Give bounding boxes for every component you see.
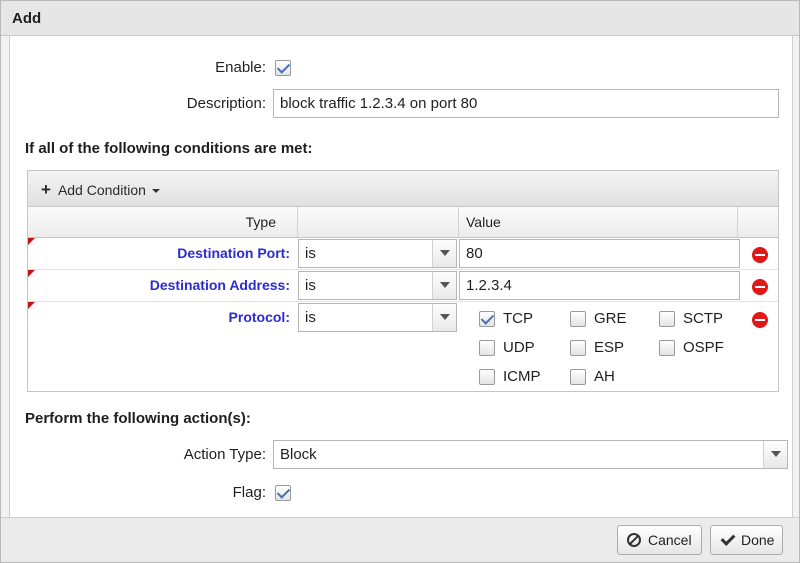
cancel-icon	[627, 533, 641, 547]
dialog-title: Add	[1, 1, 799, 36]
add-condition-label: Add Condition	[57, 182, 146, 198]
add-condition-button[interactable]: + Add Condition	[41, 180, 160, 200]
condition-row: Destination Port: is 80	[28, 238, 778, 270]
condition-operator-select[interactable]: is	[298, 239, 457, 268]
condition-type-label: Destination Port:	[177, 245, 290, 261]
done-button[interactable]: Done	[710, 525, 783, 555]
done-button-label: Done	[741, 532, 775, 548]
chevron-down-icon[interactable]	[432, 304, 456, 331]
remove-condition-icon[interactable]	[752, 247, 768, 263]
chevron-down-icon[interactable]	[763, 441, 787, 468]
enable-label: Enable:	[215, 59, 266, 76]
column-header-type[interactable]: Type	[28, 207, 298, 238]
protocol-label-gre: GRE	[594, 310, 627, 327]
protocol-checkbox-esp[interactable]	[570, 340, 586, 356]
condition-row: Destination Address: is 1.2.3.4	[28, 270, 778, 302]
remove-condition-icon[interactable]	[752, 279, 768, 295]
condition-operator-select[interactable]: is	[298, 271, 457, 300]
condition-operator-value: is	[305, 245, 316, 262]
dialog-body: Enable: Description: block traffic 1.2.3…	[9, 36, 793, 517]
protocol-checkbox-sctp[interactable]	[659, 311, 675, 327]
chevron-down-icon[interactable]	[432, 240, 456, 267]
protocol-checkbox-tcp[interactable]	[479, 311, 495, 327]
action-type-select[interactable]: Block	[273, 440, 788, 469]
dialog-footer: Cancel Done	[1, 517, 799, 562]
conditions-header: Type Value	[28, 207, 778, 238]
cancel-button-label: Cancel	[648, 532, 692, 548]
condition-row: Protocol: is TCP GRE SCTP UDP ESP OSPF I…	[28, 302, 778, 391]
chevron-down-icon[interactable]	[432, 272, 456, 299]
enable-checkbox[interactable]	[275, 60, 291, 76]
actions-section-title: Perform the following action(s):	[25, 410, 251, 427]
condition-type-label: Destination Address:	[149, 277, 290, 293]
add-rule-dialog: Add Enable: Description: block traffic 1…	[0, 0, 800, 563]
conditions-toolbar: + Add Condition	[28, 171, 778, 207]
condition-operator-value: is	[305, 277, 316, 294]
condition-operator-select[interactable]: is	[298, 303, 457, 332]
protocol-label-ah: AH	[594, 368, 615, 385]
conditions-grid: + Add Condition Type Value Destination Po…	[27, 170, 779, 392]
column-header-actions	[738, 207, 778, 238]
action-type-value: Block	[280, 446, 317, 463]
plus-icon: +	[41, 180, 51, 199]
condition-value-input[interactable]: 80	[459, 239, 740, 268]
description-input[interactable]: block traffic 1.2.3.4 on port 80	[273, 89, 779, 118]
protocol-checkbox-udp[interactable]	[479, 340, 495, 356]
checkmark-icon	[720, 533, 734, 547]
remove-condition-icon[interactable]	[752, 312, 768, 328]
column-header-operator[interactable]	[298, 207, 459, 238]
protocol-checkbox-ah[interactable]	[570, 369, 586, 385]
caret-down-icon	[151, 189, 160, 194]
cancel-button[interactable]: Cancel	[617, 525, 702, 555]
flag-label: Flag:	[232, 484, 266, 501]
protocol-checkbox-gre[interactable]	[570, 311, 586, 327]
description-label: Description:	[186, 95, 266, 112]
condition-type-label: Protocol:	[228, 309, 290, 325]
action-type-label: Action Type:	[183, 446, 266, 463]
protocol-checkbox-ospf[interactable]	[659, 340, 675, 356]
protocol-label-sctp: SCTP	[683, 310, 724, 327]
conditions-section-title: If all of the following conditions are m…	[25, 140, 313, 157]
protocol-label-icmp: ICMP	[503, 368, 541, 385]
condition-value-input[interactable]: 1.2.3.4	[459, 271, 740, 300]
condition-operator-value: is	[305, 309, 316, 326]
flag-checkbox[interactable]	[275, 485, 291, 501]
protocol-label-ospf: OSPF	[683, 339, 724, 356]
protocol-label-esp: ESP	[594, 339, 625, 356]
protocol-label-tcp: TCP	[503, 310, 533, 327]
column-header-value[interactable]: Value	[459, 207, 738, 238]
protocol-checkbox-icmp[interactable]	[479, 369, 495, 385]
protocol-label-udp: UDP	[503, 339, 535, 356]
